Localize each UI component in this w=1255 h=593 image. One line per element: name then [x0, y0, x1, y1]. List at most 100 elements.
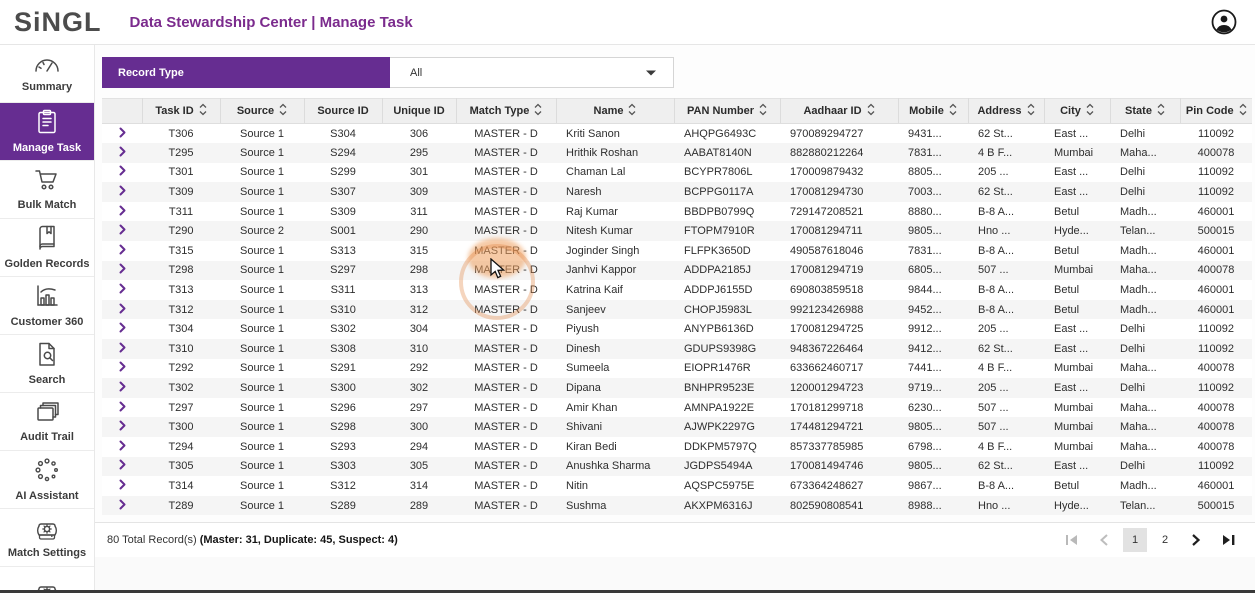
cell: S289: [304, 496, 382, 516]
column-header-match-type[interactable]: Match Type: [456, 99, 556, 124]
sort-icon[interactable]: [1027, 103, 1035, 119]
sort-icon[interactable]: [628, 103, 636, 119]
cell: 9805...: [898, 417, 968, 437]
column-header-task-id[interactable]: Task ID: [142, 99, 220, 124]
column-header-state[interactable]: State: [1110, 99, 1180, 124]
first-page-button[interactable]: [1059, 528, 1085, 552]
column-label: Match Type: [470, 105, 530, 117]
page-number-2[interactable]: 2: [1153, 528, 1177, 552]
previous-page-button[interactable]: [1091, 528, 1117, 552]
sidebar-item-manage-task[interactable]: Manage Task: [0, 103, 94, 161]
row-expander[interactable]: [102, 221, 142, 241]
cell: GDUPS9398G: [674, 339, 780, 359]
row-expander[interactable]: [102, 202, 142, 222]
cell: Dinesh: [556, 339, 674, 359]
row-expander[interactable]: [102, 280, 142, 300]
table-row: T304Source 1S302304MASTER - DPiyushANYPB…: [102, 319, 1252, 339]
cell: Delhi: [1110, 182, 1180, 202]
sort-icon[interactable]: [279, 103, 287, 119]
column-header-aadhaar-id[interactable]: Aadhaar ID: [780, 99, 898, 124]
row-expander[interactable]: [102, 359, 142, 379]
cell: Mumbai: [1044, 261, 1110, 281]
column-label: Name: [594, 105, 624, 117]
sort-icon[interactable]: [1239, 103, 1247, 119]
cell: T302: [142, 378, 220, 398]
column-header-address[interactable]: Address: [968, 99, 1044, 124]
row-expander[interactable]: [102, 241, 142, 261]
row-expander[interactable]: [102, 457, 142, 477]
sort-icon[interactable]: [867, 103, 875, 119]
row-expander[interactable]: [102, 378, 142, 398]
sidebar-item-bulk-match[interactable]: Bulk Match: [0, 161, 94, 219]
next-page-button[interactable]: [1183, 528, 1209, 552]
page-number-1[interactable]: 1: [1123, 528, 1147, 552]
cell: 7003...: [898, 182, 968, 202]
cell: 673364248627: [780, 476, 898, 496]
cell: MASTER - D: [456, 437, 556, 457]
sidebar-item-customer-360[interactable]: Customer 360: [0, 277, 94, 335]
column-label: Task ID: [155, 105, 193, 117]
sort-icon[interactable]: [949, 103, 957, 119]
record-type-dropdown[interactable]: All: [390, 57, 674, 88]
cell: MASTER - D: [456, 476, 556, 496]
row-expander[interactable]: [102, 163, 142, 183]
column-header-mobile[interactable]: Mobile: [898, 99, 968, 124]
cell: 633662460717: [780, 359, 898, 379]
row-expander[interactable]: [102, 476, 142, 496]
cell: 290: [382, 221, 456, 241]
row-expander[interactable]: [102, 496, 142, 516]
sort-icon[interactable]: [1157, 103, 1165, 119]
cell: 110092: [1180, 124, 1252, 144]
sort-icon[interactable]: [534, 103, 542, 119]
cell: 311: [382, 202, 456, 222]
table-row: T306Source 1S304306MASTER - DKriti Sanon…: [102, 124, 1252, 144]
cell: T314: [142, 476, 220, 496]
cell: East ...: [1044, 124, 1110, 144]
cell: Maha...: [1110, 261, 1180, 281]
row-expander[interactable]: [102, 300, 142, 320]
cell: 9412...: [898, 339, 968, 359]
sidebar-item-search[interactable]: Search: [0, 335, 94, 393]
cell: 170181299718: [780, 398, 898, 418]
column-header-city[interactable]: City: [1044, 99, 1110, 124]
sidebar-item-ai-assistant[interactable]: AI Assistant: [0, 451, 94, 509]
sidebar-item-audit-trail[interactable]: Audit Trail: [0, 393, 94, 451]
last-page-button[interactable]: [1215, 528, 1241, 552]
column-header-pin-code[interactable]: Pin Code: [1180, 99, 1252, 124]
page-title: Data Stewardship Center | Manage Task: [130, 14, 413, 31]
cell: 9805...: [898, 457, 968, 477]
sort-icon[interactable]: [199, 103, 207, 119]
chevron-right-icon: [119, 263, 126, 274]
cell: Source 1: [220, 261, 304, 281]
cell: EIOPR1476R: [674, 359, 780, 379]
sort-icon[interactable]: [1086, 103, 1094, 119]
cell: S291: [304, 359, 382, 379]
column-header-source[interactable]: Source: [220, 99, 304, 124]
sidebar-item-summary[interactable]: Summary: [0, 45, 94, 103]
row-expander[interactable]: [102, 437, 142, 457]
row-expander[interactable]: [102, 182, 142, 202]
sort-icon[interactable]: [759, 103, 767, 119]
table-row: T301Source 1S299301MASTER - DChaman LalB…: [102, 163, 1252, 183]
user-avatar-icon[interactable]: [1211, 9, 1237, 35]
sidebar-item-golden-records[interactable]: Golden Records: [0, 219, 94, 277]
column-header-pan-number[interactable]: PAN Number: [674, 99, 780, 124]
chevron-right-icon: [119, 440, 126, 451]
row-expander[interactable]: [102, 319, 142, 339]
chevron-down-icon: [645, 64, 657, 82]
sidebar-item-match-settings[interactable]: Match Settings: [0, 509, 94, 567]
row-expander[interactable]: [102, 339, 142, 359]
cell: T300: [142, 417, 220, 437]
cell: S308: [304, 339, 382, 359]
column-header-name[interactable]: Name: [556, 99, 674, 124]
row-expander[interactable]: [102, 124, 142, 144]
row-expander[interactable]: [102, 417, 142, 437]
cell: Delhi: [1110, 378, 1180, 398]
cell: MASTER - D: [456, 319, 556, 339]
row-expander[interactable]: [102, 261, 142, 281]
row-expander[interactable]: [102, 143, 142, 163]
cell: 857337785985: [780, 437, 898, 457]
cell: 170009879432: [780, 163, 898, 183]
row-expander[interactable]: [102, 398, 142, 418]
cell: 301: [382, 163, 456, 183]
